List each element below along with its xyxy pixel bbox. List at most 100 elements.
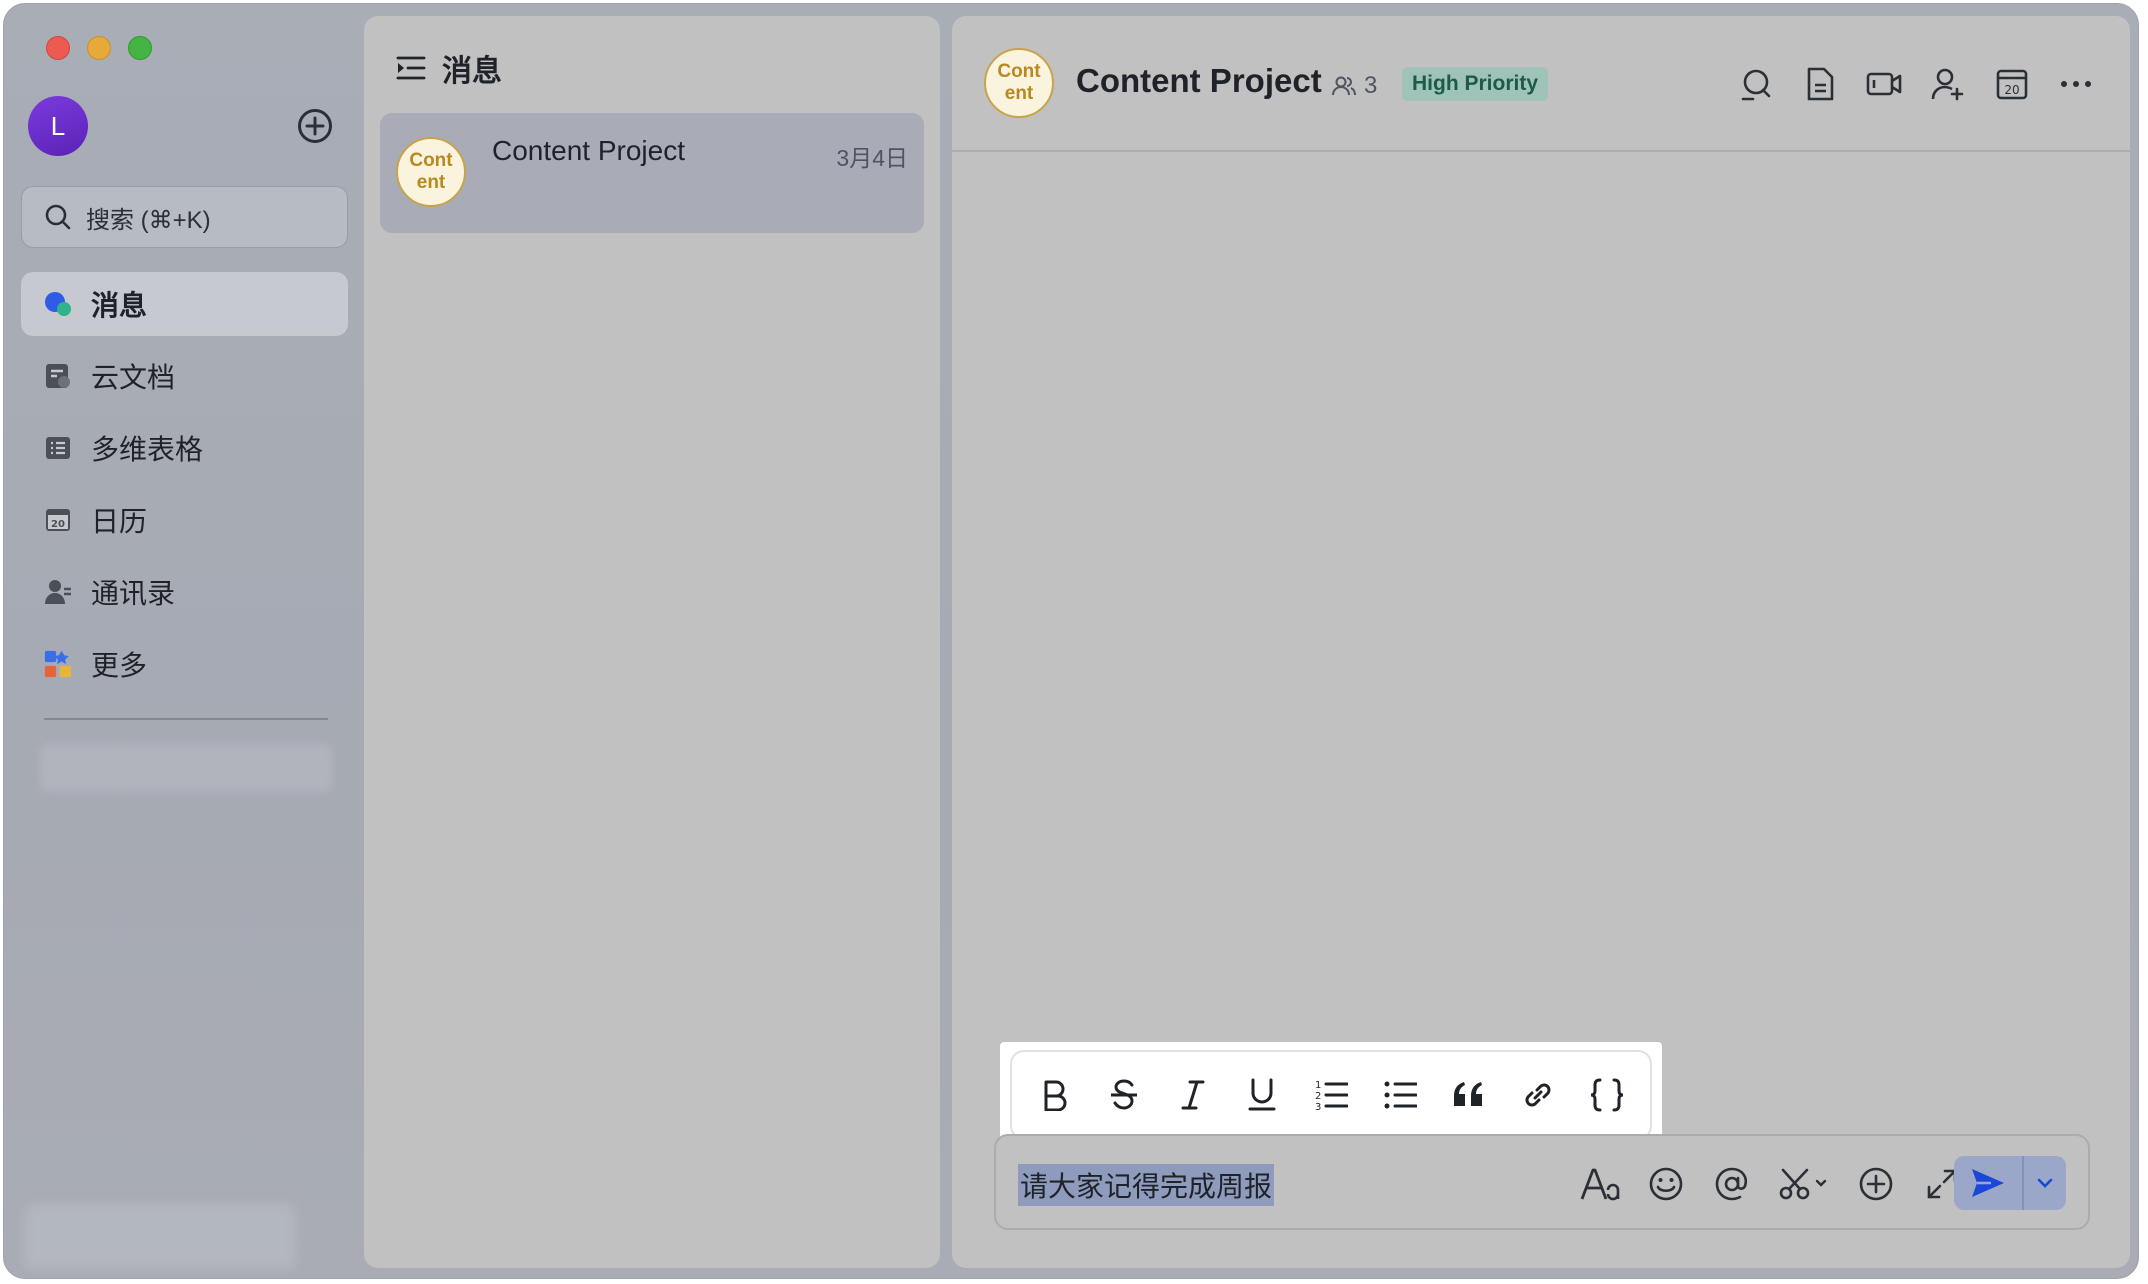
composer-toolbar bbox=[1580, 1164, 1962, 1204]
search-input[interactable]: 搜索 (⌘+K) bbox=[21, 186, 348, 248]
underline-icon bbox=[1248, 1078, 1276, 1111]
member-count[interactable]: 3 bbox=[1332, 72, 1377, 100]
sidebar-nav: 消息 云文档 多维表格 20 日历 通讯录 更多 bbox=[21, 272, 348, 704]
message-composer[interactable]: 请大家记得完成周报 bbox=[994, 1134, 2090, 1230]
sidebar-item-label: 更多 bbox=[91, 650, 148, 681]
header-toolbar: 20 bbox=[1738, 66, 2094, 102]
contacts-icon bbox=[43, 577, 73, 607]
minimize-window-button[interactable] bbox=[87, 36, 111, 60]
font-icon bbox=[1580, 1168, 1620, 1201]
avatar-text: Cont bbox=[409, 150, 453, 171]
plus-icon bbox=[305, 116, 325, 136]
sidebar-item-label: 消息 bbox=[91, 290, 148, 321]
chat-avatar[interactable]: Cont ent bbox=[984, 48, 1054, 118]
send-action[interactable] bbox=[1954, 1156, 2024, 1210]
chevron-down-icon bbox=[2037, 1178, 2053, 1188]
strikethrough-icon bbox=[1111, 1079, 1137, 1110]
blurred-item bbox=[40, 744, 332, 792]
docs-button[interactable] bbox=[1802, 66, 1838, 102]
sidebar-item-label: 云文档 bbox=[91, 362, 176, 393]
search-placeholder: 搜索 (⌘+K) bbox=[86, 206, 211, 234]
chat-header: Cont ent Content Project 3 High Priority bbox=[952, 16, 2130, 152]
chat-title[interactable]: Content Project bbox=[1076, 62, 1322, 100]
sidebar-item-calendar[interactable]: 20 日历 bbox=[21, 488, 348, 552]
member-count-value: 3 bbox=[1364, 72, 1378, 99]
mention-icon bbox=[1715, 1167, 1748, 1201]
calendar-button[interactable]: 20 bbox=[1994, 66, 2030, 102]
plus-icon bbox=[1859, 1167, 1893, 1201]
link-button[interactable] bbox=[1519, 1076, 1557, 1114]
format-toolbar-inner: 123 bbox=[1010, 1050, 1652, 1140]
app-window: L 搜索 (⌘+K) 消息 云文档 多维表格 20 日历 通讯录 更多 消息 C… bbox=[3, 3, 2139, 1279]
collapse-sidebar-icon[interactable] bbox=[396, 55, 426, 81]
emoji-icon bbox=[1649, 1167, 1683, 1201]
sidebar-item-messages[interactable]: 消息 bbox=[21, 272, 348, 336]
video-call-button[interactable] bbox=[1866, 66, 1902, 102]
conversation-name: Content Project bbox=[492, 135, 685, 166]
priority-badge: High Priority bbox=[1402, 67, 1549, 101]
sidebar-item-base[interactable]: 多维表格 bbox=[21, 416, 348, 480]
maximize-window-button[interactable] bbox=[128, 36, 152, 60]
ordered-list-icon: 123 bbox=[1315, 1080, 1348, 1112]
window-controls bbox=[46, 36, 152, 60]
code-block-button[interactable] bbox=[1588, 1076, 1626, 1114]
search-chat-button[interactable] bbox=[1738, 66, 1774, 102]
code-block-icon bbox=[1590, 1078, 1624, 1112]
cloud-doc-icon bbox=[43, 361, 73, 391]
add-member-icon bbox=[1931, 68, 1964, 101]
list-title: 消息 bbox=[442, 55, 502, 88]
sidebar-item-label: 多维表格 bbox=[91, 434, 204, 465]
bold-icon bbox=[1044, 1080, 1067, 1111]
bold-button[interactable] bbox=[1036, 1076, 1074, 1114]
doc-icon bbox=[1807, 67, 1834, 101]
apps-icon bbox=[43, 649, 73, 679]
avatar-text: ent bbox=[1004, 83, 1034, 104]
mention-button[interactable] bbox=[1712, 1164, 1752, 1204]
calendar-icon: 20 bbox=[1996, 69, 2028, 100]
list-header: 消息 bbox=[396, 46, 502, 90]
ordered-list-button[interactable]: 123 bbox=[1312, 1076, 1350, 1114]
conversation-item[interactable]: Cont ent Content Project 3月4日 bbox=[380, 113, 924, 233]
strikethrough-button[interactable] bbox=[1105, 1076, 1143, 1114]
sidebar-item-label: 通讯录 bbox=[91, 578, 176, 609]
add-member-button[interactable] bbox=[1930, 66, 1966, 102]
blurred-item bbox=[24, 1204, 296, 1270]
emoji-button[interactable] bbox=[1646, 1164, 1686, 1204]
table-icon bbox=[43, 433, 73, 463]
group-avatar: Cont ent bbox=[396, 137, 466, 207]
sidebar-item-label: 日历 bbox=[91, 506, 148, 537]
text-format-button[interactable] bbox=[1580, 1164, 1620, 1204]
underline-button[interactable] bbox=[1243, 1076, 1281, 1114]
avatar-text: Cont bbox=[997, 61, 1041, 82]
svg-text:3: 3 bbox=[1315, 1102, 1321, 1112]
user-avatar[interactable]: L bbox=[28, 96, 88, 156]
composer-input-text[interactable]: 请大家记得完成周报 bbox=[1018, 1164, 1275, 1206]
avatar-text: ent bbox=[416, 172, 446, 193]
italic-icon bbox=[1181, 1080, 1205, 1110]
sidebar-item-contacts[interactable]: 通讯录 bbox=[21, 560, 348, 624]
bullet-list-icon bbox=[1384, 1081, 1417, 1109]
svg-text:2: 2 bbox=[1315, 1091, 1321, 1102]
svg-text:20: 20 bbox=[2004, 83, 2019, 97]
close-window-button[interactable] bbox=[46, 36, 70, 60]
format-toolbar: 123 bbox=[1000, 1042, 1662, 1148]
sidebar-item-more[interactable]: 更多 bbox=[21, 632, 348, 696]
italic-button[interactable] bbox=[1174, 1076, 1212, 1114]
create-button[interactable] bbox=[298, 109, 332, 143]
conversation-date: 3月4日 bbox=[836, 145, 908, 171]
members-icon bbox=[1332, 76, 1356, 96]
attach-button[interactable] bbox=[1856, 1164, 1896, 1204]
sidebar-item-docs[interactable]: 云文档 bbox=[21, 344, 348, 408]
bullet-list-button[interactable] bbox=[1381, 1076, 1419, 1114]
more-icon bbox=[2061, 81, 2091, 87]
scissors-icon bbox=[1779, 1168, 1827, 1200]
calendar-icon: 20 bbox=[43, 505, 73, 535]
send-button[interactable] bbox=[1954, 1156, 2066, 1210]
screenshot-button[interactable] bbox=[1778, 1164, 1830, 1204]
sidebar: L 搜索 (⌘+K) 消息 云文档 多维表格 20 日历 通讯录 更多 bbox=[4, 4, 362, 1278]
quote-button[interactable] bbox=[1450, 1076, 1488, 1114]
more-button[interactable] bbox=[2058, 66, 2094, 102]
send-options[interactable] bbox=[2024, 1178, 2066, 1188]
quote-icon bbox=[1454, 1082, 1482, 1106]
sidebar-divider bbox=[44, 718, 328, 720]
